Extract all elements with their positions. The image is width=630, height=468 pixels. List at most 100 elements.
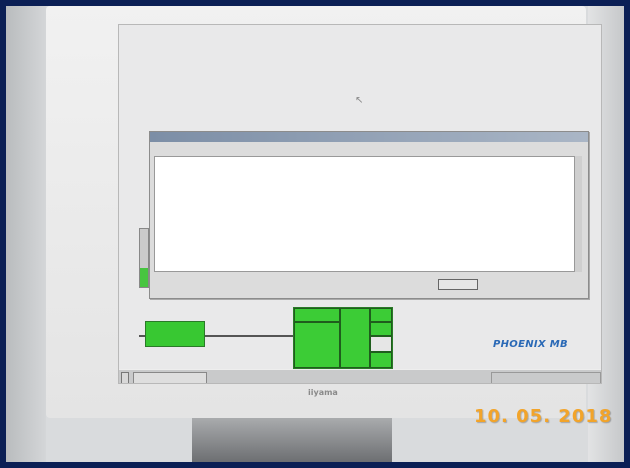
wall-left bbox=[6, 6, 46, 462]
monitor-stand bbox=[192, 418, 392, 462]
log-cell bbox=[309, 239, 581, 247]
unit-cell[interactable] bbox=[370, 336, 392, 352]
log-cell bbox=[309, 263, 581, 271]
log-cell bbox=[155, 263, 219, 271]
log-cell bbox=[279, 206, 309, 214]
log-cell bbox=[219, 214, 279, 222]
log-scrollbar[interactable] bbox=[574, 156, 582, 272]
log-cell bbox=[155, 206, 219, 214]
photo: ↖ PHOENIX MB iiyama 10. 05. 2018 bbox=[6, 6, 624, 462]
process-unit-block[interactable] bbox=[293, 307, 393, 369]
log-row[interactable] bbox=[155, 231, 581, 239]
log-cell bbox=[279, 239, 309, 247]
log-cell bbox=[219, 165, 279, 173]
log-cell bbox=[155, 214, 219, 222]
log-cell bbox=[279, 182, 309, 190]
log-cell bbox=[219, 173, 279, 181]
log-cell bbox=[279, 231, 309, 239]
unit-cell[interactable] bbox=[370, 352, 392, 368]
log-row[interactable] bbox=[155, 206, 581, 214]
log-cell bbox=[309, 198, 581, 206]
unit-cell[interactable] bbox=[370, 308, 392, 322]
event-log-list[interactable] bbox=[154, 156, 582, 272]
log-cell bbox=[279, 190, 309, 198]
start-button[interactable] bbox=[121, 371, 129, 383]
log-cell bbox=[155, 165, 219, 173]
log-row[interactable] bbox=[155, 157, 581, 165]
log-cell bbox=[155, 223, 219, 231]
log-cell bbox=[279, 223, 309, 231]
event-log-dialog bbox=[149, 131, 589, 299]
log-cell bbox=[309, 165, 581, 173]
taskbar-item[interactable] bbox=[133, 371, 207, 383]
log-row[interactable] bbox=[155, 214, 581, 222]
log-row[interactable] bbox=[155, 190, 581, 198]
log-cell bbox=[309, 231, 581, 239]
log-cell bbox=[155, 190, 219, 198]
log-cell bbox=[279, 173, 309, 181]
log-row[interactable] bbox=[155, 239, 581, 247]
log-cell bbox=[309, 173, 581, 181]
log-cell bbox=[309, 190, 581, 198]
log-cell bbox=[309, 206, 581, 214]
log-cell bbox=[279, 214, 309, 222]
log-row[interactable] bbox=[155, 182, 581, 190]
log-cell bbox=[279, 165, 309, 173]
dialog-title bbox=[150, 132, 588, 142]
log-cell bbox=[155, 182, 219, 190]
taskbar bbox=[119, 369, 601, 383]
photo-date-stamp: 10. 05. 2018 bbox=[474, 406, 613, 427]
log-cell bbox=[219, 231, 279, 239]
log-cell bbox=[155, 231, 219, 239]
log-cell bbox=[279, 247, 309, 255]
log-cell bbox=[309, 214, 581, 222]
tank-level-fill bbox=[140, 268, 148, 287]
log-cell bbox=[155, 239, 219, 247]
unit-cell[interactable] bbox=[294, 322, 340, 368]
system-tray bbox=[491, 372, 601, 383]
log-cell bbox=[219, 239, 279, 247]
phoenix-logo: PHOENIX MB bbox=[493, 339, 568, 350]
screen-title-strip bbox=[125, 37, 595, 45]
log-cell bbox=[155, 198, 219, 206]
log-cell bbox=[309, 247, 581, 255]
log-cell bbox=[219, 206, 279, 214]
log-cell bbox=[279, 263, 309, 271]
monitor-screen: ↖ PHOENIX MB bbox=[118, 24, 602, 384]
log-cell bbox=[155, 157, 219, 165]
log-cell bbox=[155, 173, 219, 181]
log-cell bbox=[219, 190, 279, 198]
log-cell bbox=[219, 182, 279, 190]
log-cell bbox=[279, 255, 309, 263]
unit-cell[interactable] bbox=[294, 308, 340, 322]
log-cell bbox=[219, 157, 279, 165]
log-row[interactable] bbox=[155, 223, 581, 231]
monitor-brand: iiyama bbox=[308, 388, 338, 397]
log-cell bbox=[155, 247, 219, 255]
process-unit-left[interactable] bbox=[145, 321, 205, 347]
log-cell bbox=[279, 157, 309, 165]
log-row[interactable] bbox=[155, 247, 581, 255]
log-cell bbox=[309, 223, 581, 231]
log-cell bbox=[309, 157, 581, 165]
log-cell bbox=[309, 255, 581, 263]
log-cell bbox=[219, 223, 279, 231]
log-cell bbox=[155, 255, 219, 263]
log-cell bbox=[279, 198, 309, 206]
close-button[interactable] bbox=[438, 279, 478, 290]
unit-cell[interactable] bbox=[340, 308, 370, 368]
log-cell bbox=[309, 182, 581, 190]
log-row[interactable] bbox=[155, 198, 581, 206]
unit-cell[interactable] bbox=[370, 322, 392, 336]
log-row[interactable] bbox=[155, 263, 581, 271]
log-cell bbox=[219, 198, 279, 206]
log-row[interactable] bbox=[155, 173, 581, 181]
tank-level-indicator bbox=[139, 228, 149, 288]
log-row[interactable] bbox=[155, 255, 581, 263]
log-row[interactable] bbox=[155, 165, 581, 173]
log-cell bbox=[219, 263, 279, 271]
monitor-bezel: ↖ PHOENIX MB iiyama bbox=[46, 6, 602, 418]
log-cell bbox=[219, 255, 279, 263]
log-cell bbox=[219, 247, 279, 255]
mouse-cursor-icon: ↖ bbox=[355, 95, 364, 106]
